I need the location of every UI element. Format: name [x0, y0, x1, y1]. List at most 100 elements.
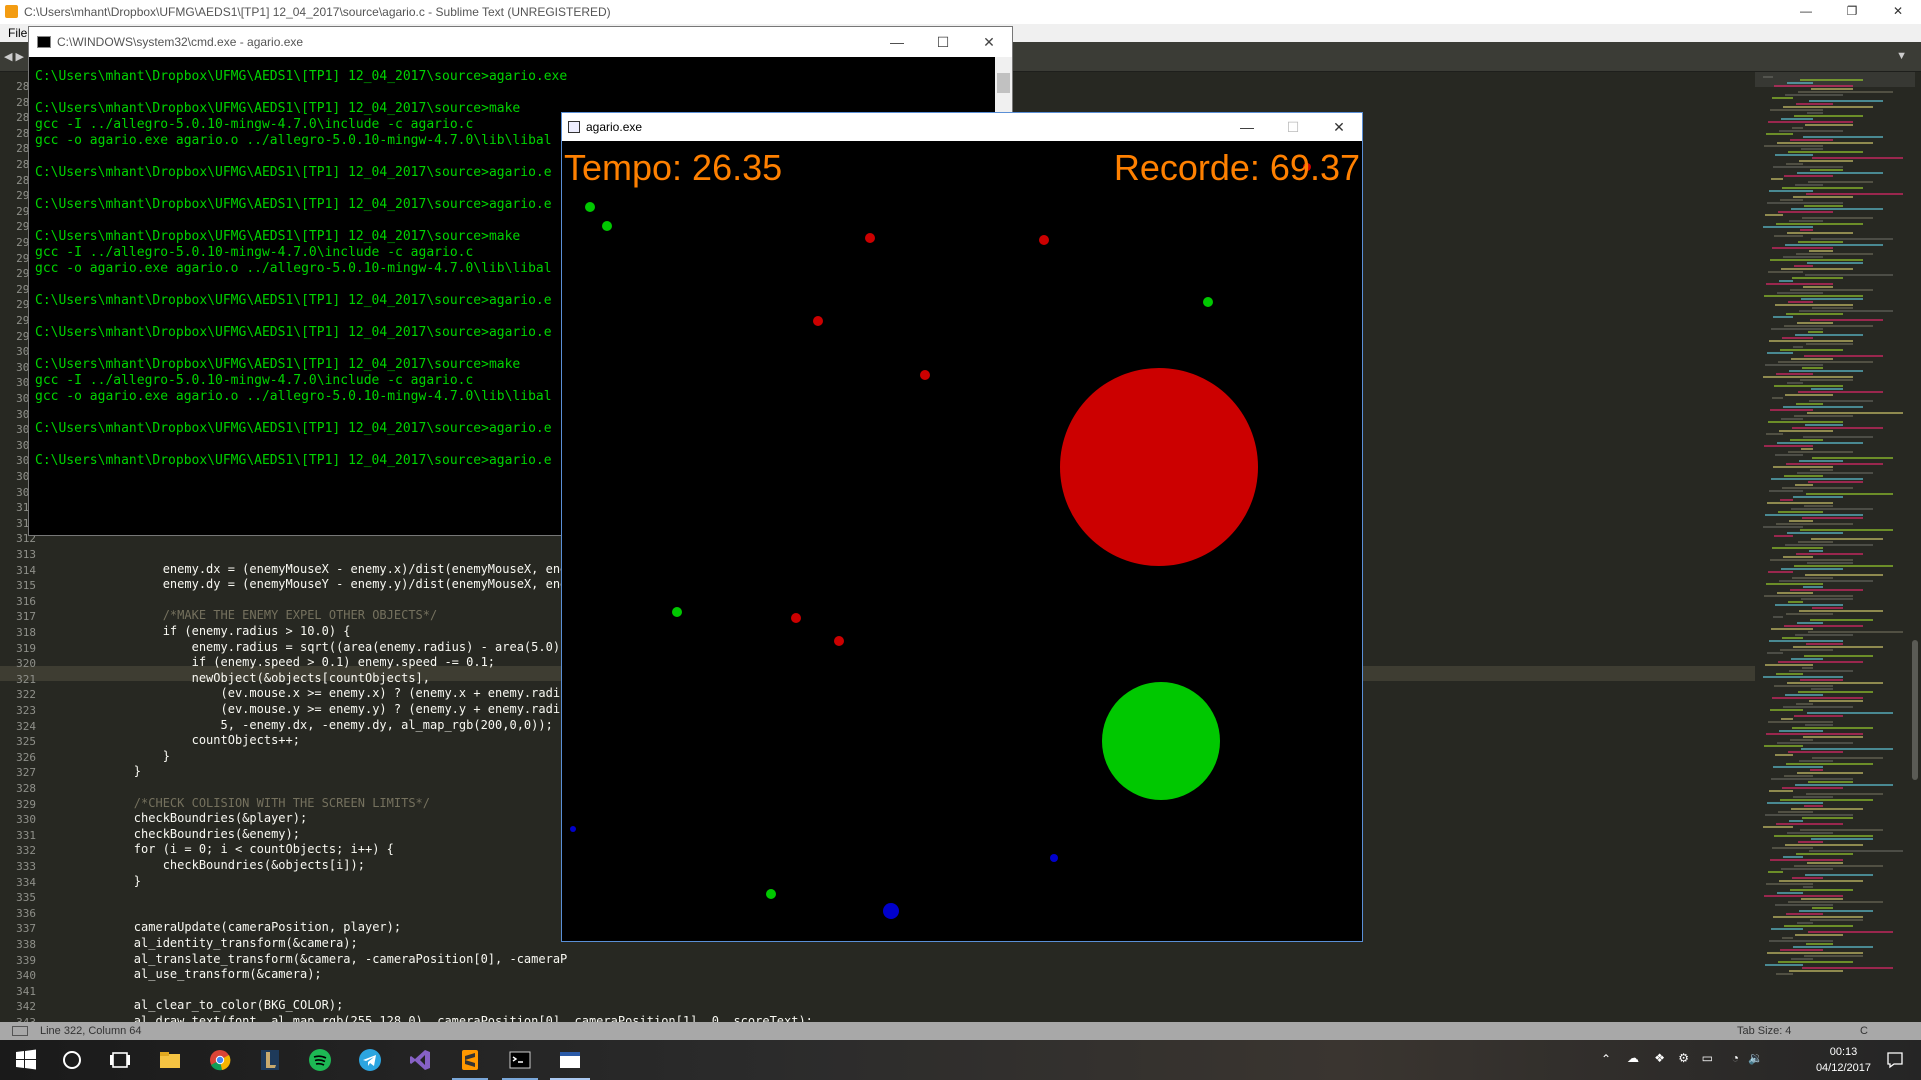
food-dot [1050, 854, 1058, 862]
cmd-output-line: gcc -o agario.exe agario.o ../allegro-5.… [35, 261, 552, 276]
onedrive-icon[interactable]: ☁ [1627, 1051, 1639, 1065]
sublime-text-icon[interactable] [458, 1048, 482, 1072]
steam-icon[interactable]: ⚙ [1678, 1051, 1689, 1065]
minimap-line [1773, 166, 1843, 168]
minimap-line [1801, 748, 1893, 750]
task-view-icon[interactable] [108, 1048, 132, 1072]
editor-scrollbar[interactable] [1912, 640, 1918, 780]
minimap-line [1812, 907, 1833, 909]
notifications-icon[interactable] [1885, 1050, 1905, 1070]
minimap-line [1771, 628, 1813, 630]
cmd-maximize-icon[interactable]: ☐ [920, 27, 966, 57]
minimap-line [1788, 301, 1813, 303]
network-icon[interactable]: ◔ [1732, 1051, 1739, 1065]
minimap-line [1764, 745, 1803, 747]
agario-maximize-icon[interactable]: ☐ [1270, 113, 1316, 141]
clock[interactable]: 00:13 04/12/2017 [1816, 1044, 1871, 1076]
minimap-line [1780, 499, 1793, 501]
cmd-icon[interactable] [508, 1048, 532, 1072]
cmd-output-line: C:\Users\mhant\Dropbox\UFMG\AEDS1\[TP1] … [35, 293, 552, 308]
minimap-line [1768, 871, 1783, 873]
menu-file[interactable]: File [8, 26, 27, 40]
minimap-line [1777, 142, 1873, 144]
syntax-indicator[interactable]: C [1860, 1022, 1868, 1040]
minimap-line [1806, 943, 1833, 945]
minimap-line [1774, 85, 1853, 87]
minimap-line [1775, 454, 1803, 456]
minimap-line [1785, 544, 1873, 546]
minimap-line [1783, 256, 1823, 258]
visual-studio-icon[interactable] [408, 1048, 432, 1072]
cmd-close-icon[interactable]: ✕ [966, 27, 1012, 57]
tab-dropdown-icon[interactable]: ▼ [1896, 50, 1907, 62]
minimap-line [1810, 169, 1843, 171]
minimap-line [1792, 277, 1843, 279]
minimap-line [1782, 337, 1813, 339]
minimap-line [1765, 664, 1813, 666]
minimap-line [1805, 574, 1883, 576]
minimap[interactable] [1755, 72, 1915, 1022]
code-line: al_translate_transform(&camera, -cameraP… [76, 951, 568, 966]
tab-size-indicator[interactable]: Tab Size: 4 [1737, 1022, 1791, 1040]
minimap-line [1786, 613, 1833, 615]
close-icon[interactable]: ✕ [1875, 0, 1921, 24]
minimap-line [1793, 496, 1843, 498]
minimap-line [1805, 724, 1833, 726]
cortana-search-icon[interactable] [60, 1048, 84, 1072]
minimap-line [1768, 121, 1853, 123]
file-explorer-icon[interactable] [158, 1048, 182, 1072]
agario-close-icon[interactable]: ✕ [1316, 113, 1362, 141]
minimap-line [1794, 265, 1813, 267]
cmd-titlebar[interactable]: C:\WINDOWS\system32\cmd.exe - agario.exe… [29, 27, 1012, 57]
cmd-scroll-thumb[interactable] [997, 73, 1010, 93]
minimap-line [1807, 412, 1903, 414]
minimap-line [1790, 139, 1833, 141]
minimize-icon[interactable]: — [1783, 0, 1829, 24]
minimap-line [1778, 661, 1863, 663]
tray-chevron-icon[interactable]: ⌃ [1601, 1052, 1611, 1066]
minimap-line [1794, 565, 1893, 567]
cmd-minimize-icon[interactable]: — [874, 27, 920, 57]
minimap-line [1783, 406, 1863, 408]
sublime-titlebar[interactable]: C:\Users\mhant\Dropbox\UFMG\AEDS1\[TP1] … [0, 0, 1921, 24]
minimap-line [1777, 742, 1853, 744]
minimap-line [1776, 223, 1863, 225]
panel-toggle-icon[interactable] [12, 1026, 28, 1036]
minimap-line [1787, 232, 1853, 234]
agario-taskbar-icon[interactable] [558, 1048, 582, 1072]
tab-scroll-arrows-icon[interactable]: ◀ ▶ [4, 50, 24, 63]
game-canvas[interactable]: Tempo: 26.35 Recorde: 69.37 [562, 141, 1362, 941]
minimap-line [1806, 193, 1903, 195]
minimap-line [1790, 439, 1823, 441]
minimap-line [1766, 733, 1863, 735]
agario-app-icon [568, 121, 580, 133]
agario-titlebar[interactable]: agario.exe — ☐ ✕ [562, 113, 1362, 141]
food-dot [1203, 297, 1213, 307]
minimap-line [1775, 754, 1793, 756]
minimap-line [1780, 649, 1833, 651]
food-dot [585, 202, 595, 212]
telegram-icon[interactable] [358, 1048, 382, 1072]
minimap-line [1778, 211, 1833, 213]
restore-icon[interactable]: ❐ [1829, 0, 1875, 24]
minimap-line [1793, 646, 1883, 648]
league-of-legends-icon[interactable] [258, 1048, 282, 1072]
chrome-icon[interactable] [208, 1048, 232, 1072]
enemy-dot [834, 636, 844, 646]
dropbox-icon[interactable]: ❖ [1654, 1051, 1665, 1065]
minimap-line [1786, 163, 1803, 165]
minimap-line [1801, 148, 1823, 150]
minimap-line [1779, 430, 1833, 432]
minimap-line [1782, 637, 1803, 639]
battery-icon[interactable]: ▭ [1702, 1051, 1713, 1065]
spotify-icon[interactable] [308, 1048, 332, 1072]
windows-start-icon[interactable] [14, 1048, 38, 1072]
agario-window[interactable]: agario.exe — ☐ ✕ Tempo: 26.35 Recorde: 6… [561, 112, 1363, 942]
volume-icon[interactable]: 🔉 [1748, 1051, 1763, 1065]
agario-minimize-icon[interactable]: — [1224, 113, 1270, 141]
minimap-line [1773, 466, 1833, 468]
minimap-line [1797, 472, 1873, 474]
minimap-line [1812, 757, 1883, 759]
cmd-output-line: gcc -o agario.exe agario.o ../allegro-5.… [35, 389, 552, 404]
minimap-line [1786, 313, 1843, 315]
